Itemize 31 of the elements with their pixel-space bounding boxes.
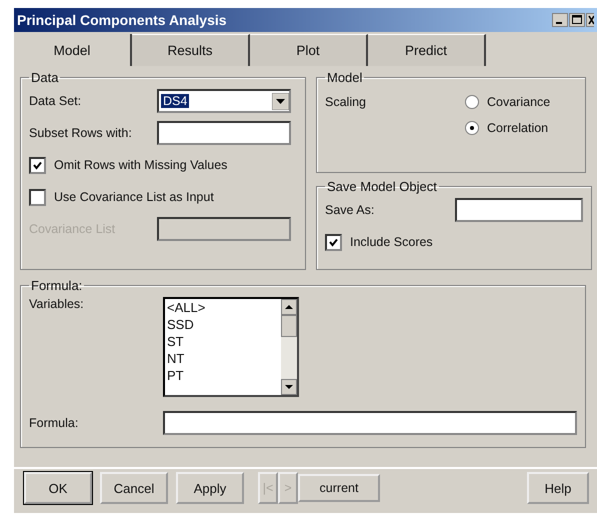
dialog-button[interactable]: OK: [24, 472, 92, 504]
tab[interactable]: Results: [132, 34, 250, 66]
checkbox-label: Use Covariance List as Input: [54, 190, 214, 204]
list-item[interactable]: SSD: [167, 316, 281, 333]
group-title: Model: [326, 70, 364, 85]
field-label: Data Set:: [29, 94, 82, 108]
window-title: Principal Components Analysis: [17, 12, 227, 28]
list-item[interactable]: NT: [167, 350, 281, 367]
checkbox-label: Omit Rows with Missing Values: [54, 158, 228, 172]
checkbox-label: Include Scores: [350, 235, 433, 249]
list-item[interactable]: PT: [167, 367, 281, 384]
variables-list[interactable]: <ALL> SSD ST NT PT: [163, 297, 299, 397]
group-title: Formula:: [30, 278, 84, 293]
current-field: current: [298, 474, 380, 502]
field-label: Scaling: [325, 95, 367, 111]
dialog-button[interactable]: Apply: [176, 472, 244, 504]
field-label: Save As:: [325, 203, 376, 217]
field-label: Subset Rows with:: [29, 126, 133, 140]
group-title: Save Model Object: [326, 179, 438, 194]
list-item[interactable]: ST: [167, 333, 281, 350]
radio-label: Covariance: [487, 95, 550, 109]
group-title: Data: [30, 70, 60, 85]
field-label: Formula:: [29, 416, 80, 430]
data-set-dropdown[interactable]: DS4: [157, 89, 291, 113]
radio-label: Correlation: [487, 121, 548, 135]
dialog-button[interactable]: Cancel: [100, 472, 168, 504]
tab[interactable]: Predict: [368, 34, 486, 66]
field-label: Variables:: [29, 297, 85, 311]
help-button[interactable]: Help: [527, 472, 589, 504]
tab[interactable]: Plot: [250, 34, 368, 66]
list-item[interactable]: <ALL>: [167, 299, 281, 316]
